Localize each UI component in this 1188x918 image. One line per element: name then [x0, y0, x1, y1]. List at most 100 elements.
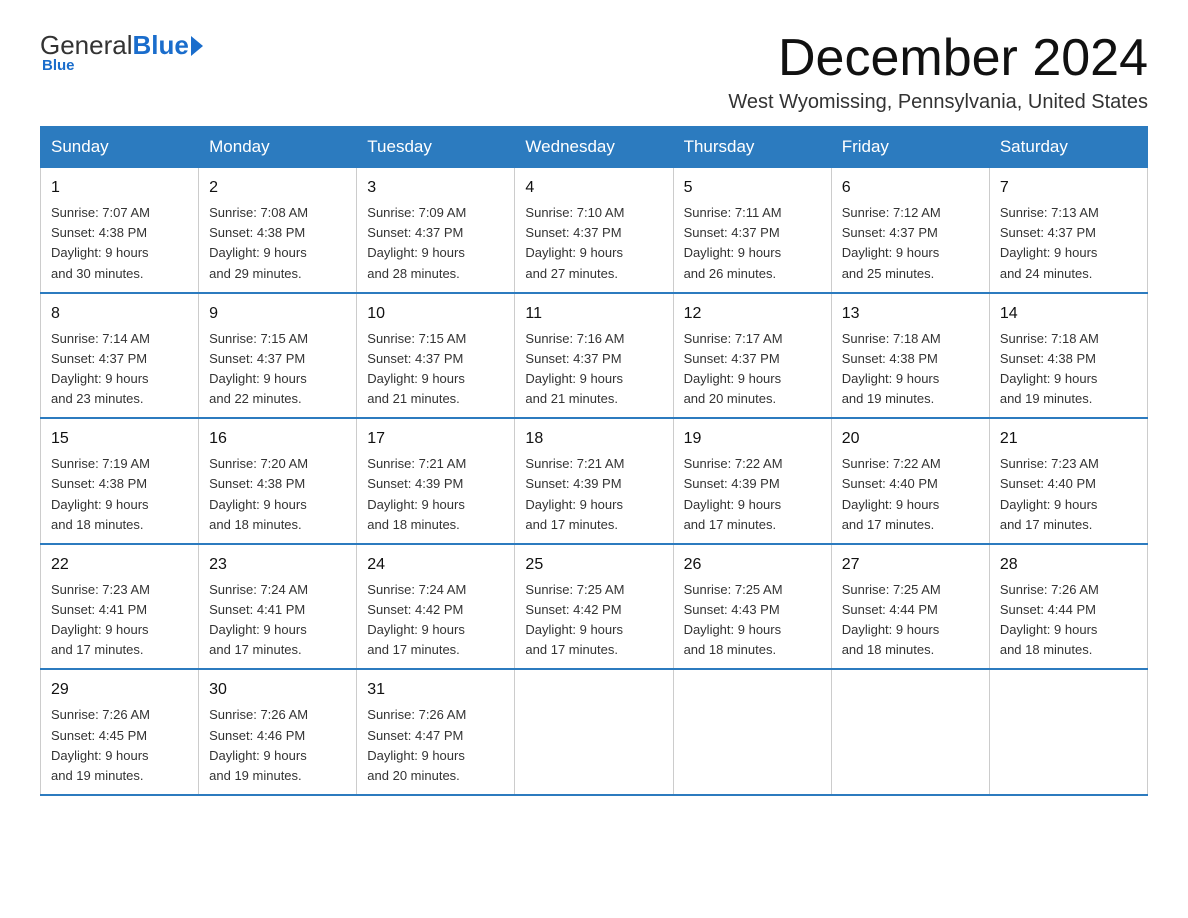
day-info: Sunrise: 7:17 AMSunset: 4:37 PMDaylight:…: [684, 331, 783, 406]
day-info: Sunrise: 7:22 AMSunset: 4:40 PMDaylight:…: [842, 456, 941, 531]
calendar-week-row: 15 Sunrise: 7:19 AMSunset: 4:38 PMDayligh…: [41, 418, 1148, 544]
day-number: 30: [209, 678, 346, 702]
day-info: Sunrise: 7:26 AMSunset: 4:46 PMDaylight:…: [209, 707, 308, 782]
calendar-cell: 28Sunrise: 7:26 AMSunset: 4:44 PMDayligh…: [989, 544, 1147, 670]
day-info: Sunrise: 7:13 AMSunset: 4:37 PMDaylight:…: [1000, 205, 1099, 280]
calendar-cell: 15 Sunrise: 7:19 AMSunset: 4:38 PMDayligh…: [41, 418, 199, 544]
day-number: 11: [525, 302, 662, 326]
location-title: West Wyomissing, Pennsylvania, United St…: [728, 91, 1148, 114]
calendar-cell: 21 Sunrise: 7:23 AMSunset: 4:40 PMDayligh…: [989, 418, 1147, 544]
calendar-cell: 4 Sunrise: 7:10 AMSunset: 4:37 PMDaylight…: [515, 168, 673, 293]
day-info: Sunrise: 7:25 AMSunset: 4:44 PMDaylight:…: [842, 582, 941, 657]
day-number: 12: [684, 302, 821, 326]
day-number: 14: [1000, 302, 1137, 326]
day-info: Sunrise: 7:18 AMSunset: 4:38 PMDaylight:…: [842, 331, 941, 406]
day-number: 16: [209, 427, 346, 451]
calendar-cell: 23 Sunrise: 7:24 AMSunset: 4:41 PMDayligh…: [199, 544, 357, 670]
calendar-cell: 7 Sunrise: 7:13 AMSunset: 4:37 PMDaylight…: [989, 168, 1147, 293]
calendar-cell: 1 Sunrise: 7:07 AMSunset: 4:38 PMDaylight…: [41, 168, 199, 293]
day-number: 17: [367, 427, 504, 451]
calendar-cell: 2 Sunrise: 7:08 AMSunset: 4:38 PMDaylight…: [199, 168, 357, 293]
day-number: 5: [684, 176, 821, 200]
day-number: 10: [367, 302, 504, 326]
day-number: 1: [51, 176, 188, 200]
calendar-cell: [515, 669, 673, 795]
calendar-header-row: SundayMondayTuesdayWednesdayThursdayFrid…: [41, 127, 1148, 168]
day-info: Sunrise: 7:22 AMSunset: 4:39 PMDaylight:…: [684, 456, 783, 531]
title-block: December 2024 West Wyomissing, Pennsylva…: [728, 30, 1148, 114]
day-info: Sunrise: 7:12 AMSunset: 4:37 PMDaylight:…: [842, 205, 941, 280]
calendar-cell: 12 Sunrise: 7:17 AMSunset: 4:37 PMDayligh…: [673, 293, 831, 419]
calendar-cell: 30 Sunrise: 7:26 AMSunset: 4:46 PMDayligh…: [199, 669, 357, 795]
calendar-cell: [989, 669, 1147, 795]
day-number: 4: [525, 176, 662, 200]
calendar-cell: [673, 669, 831, 795]
calendar-header-thursday: Thursday: [673, 127, 831, 168]
day-number: 22: [51, 553, 188, 577]
calendar-week-row: 29Sunrise: 7:26 AMSunset: 4:45 PMDayligh…: [41, 669, 1148, 795]
day-number: 15: [51, 427, 188, 451]
day-number: 2: [209, 176, 346, 200]
calendar-cell: 24Sunrise: 7:24 AMSunset: 4:42 PMDayligh…: [357, 544, 515, 670]
day-info: Sunrise: 7:11 AMSunset: 4:37 PMDaylight:…: [684, 205, 782, 280]
calendar-header-friday: Friday: [831, 127, 989, 168]
calendar-week-row: 1 Sunrise: 7:07 AMSunset: 4:38 PMDaylight…: [41, 168, 1148, 293]
calendar-cell: 31 Sunrise: 7:26 AMSunset: 4:47 PMDayligh…: [357, 669, 515, 795]
day-number: 29: [51, 678, 188, 702]
calendar-cell: 3 Sunrise: 7:09 AMSunset: 4:37 PMDaylight…: [357, 168, 515, 293]
logo-blue-block: Blue: [133, 30, 203, 61]
page-header: General Blue Blue December 2024 West Wyo…: [40, 30, 1148, 114]
day-info: Sunrise: 7:08 AMSunset: 4:38 PMDaylight:…: [209, 205, 308, 280]
day-number: 8: [51, 302, 188, 326]
day-number: 27: [842, 553, 979, 577]
day-info: Sunrise: 7:23 AMSunset: 4:41 PMDaylight:…: [51, 582, 150, 657]
day-info: Sunrise: 7:19 AMSunset: 4:38 PMDaylight:…: [51, 456, 150, 531]
day-info: Sunrise: 7:10 AMSunset: 4:37 PMDaylight:…: [525, 205, 624, 280]
day-info: Sunrise: 7:18 AMSunset: 4:38 PMDaylight:…: [1000, 331, 1099, 406]
day-number: 20: [842, 427, 979, 451]
calendar-cell: 14 Sunrise: 7:18 AMSunset: 4:38 PMDayligh…: [989, 293, 1147, 419]
logo-triangle-icon: [191, 36, 203, 56]
calendar-cell: 13 Sunrise: 7:18 AMSunset: 4:38 PMDayligh…: [831, 293, 989, 419]
calendar-cell: 19 Sunrise: 7:22 AMSunset: 4:39 PMDayligh…: [673, 418, 831, 544]
day-info: Sunrise: 7:09 AMSunset: 4:37 PMDaylight:…: [367, 205, 466, 280]
calendar-cell: 9Sunrise: 7:15 AMSunset: 4:37 PMDaylight…: [199, 293, 357, 419]
day-info: Sunrise: 7:14 AMSunset: 4:37 PMDaylight:…: [51, 331, 150, 406]
day-number: 23: [209, 553, 346, 577]
month-title: December 2024: [728, 30, 1148, 87]
day-number: 3: [367, 176, 504, 200]
day-number: 25: [525, 553, 662, 577]
calendar-cell: 10 Sunrise: 7:15 AMSunset: 4:37 PMDayligh…: [357, 293, 515, 419]
day-info: Sunrise: 7:15 AMSunset: 4:37 PMDaylight:…: [367, 331, 466, 406]
logo-underline: Blue: [42, 57, 75, 74]
day-number: 18: [525, 427, 662, 451]
calendar-header-tuesday: Tuesday: [357, 127, 515, 168]
day-number: 19: [684, 427, 821, 451]
day-number: 21: [1000, 427, 1137, 451]
calendar-header-monday: Monday: [199, 127, 357, 168]
day-info: Sunrise: 7:07 AMSunset: 4:38 PMDaylight:…: [51, 205, 150, 280]
day-number: 31: [367, 678, 504, 702]
calendar-header-sunday: Sunday: [41, 127, 199, 168]
day-info: Sunrise: 7:24 AMSunset: 4:41 PMDaylight:…: [209, 582, 308, 657]
day-number: 26: [684, 553, 821, 577]
calendar-table: SundayMondayTuesdayWednesdayThursdayFrid…: [40, 126, 1148, 796]
day-info: Sunrise: 7:23 AMSunset: 4:40 PMDaylight:…: [1000, 456, 1099, 531]
calendar-cell: 20 Sunrise: 7:22 AMSunset: 4:40 PMDayligh…: [831, 418, 989, 544]
day-info: Sunrise: 7:25 AMSunset: 4:43 PMDaylight:…: [684, 582, 783, 657]
logo: General Blue Blue: [40, 30, 203, 74]
calendar-week-row: 22 Sunrise: 7:23 AMSunset: 4:41 PMDayligh…: [41, 544, 1148, 670]
calendar-cell: 18Sunrise: 7:21 AMSunset: 4:39 PMDayligh…: [515, 418, 673, 544]
logo-blue-text: Blue: [133, 30, 189, 61]
calendar-cell: 26 Sunrise: 7:25 AMSunset: 4:43 PMDayligh…: [673, 544, 831, 670]
calendar-cell: 8 Sunrise: 7:14 AMSunset: 4:37 PMDaylight…: [41, 293, 199, 419]
day-number: 7: [1000, 176, 1137, 200]
day-number: 28: [1000, 553, 1137, 577]
calendar-cell: 29Sunrise: 7:26 AMSunset: 4:45 PMDayligh…: [41, 669, 199, 795]
day-number: 13: [842, 302, 979, 326]
day-info: Sunrise: 7:26 AMSunset: 4:47 PMDaylight:…: [367, 707, 466, 782]
calendar-header-saturday: Saturday: [989, 127, 1147, 168]
day-info: Sunrise: 7:20 AMSunset: 4:38 PMDaylight:…: [209, 456, 308, 531]
calendar-header-wednesday: Wednesday: [515, 127, 673, 168]
calendar-cell: 5 Sunrise: 7:11 AMSunset: 4:37 PMDaylight…: [673, 168, 831, 293]
